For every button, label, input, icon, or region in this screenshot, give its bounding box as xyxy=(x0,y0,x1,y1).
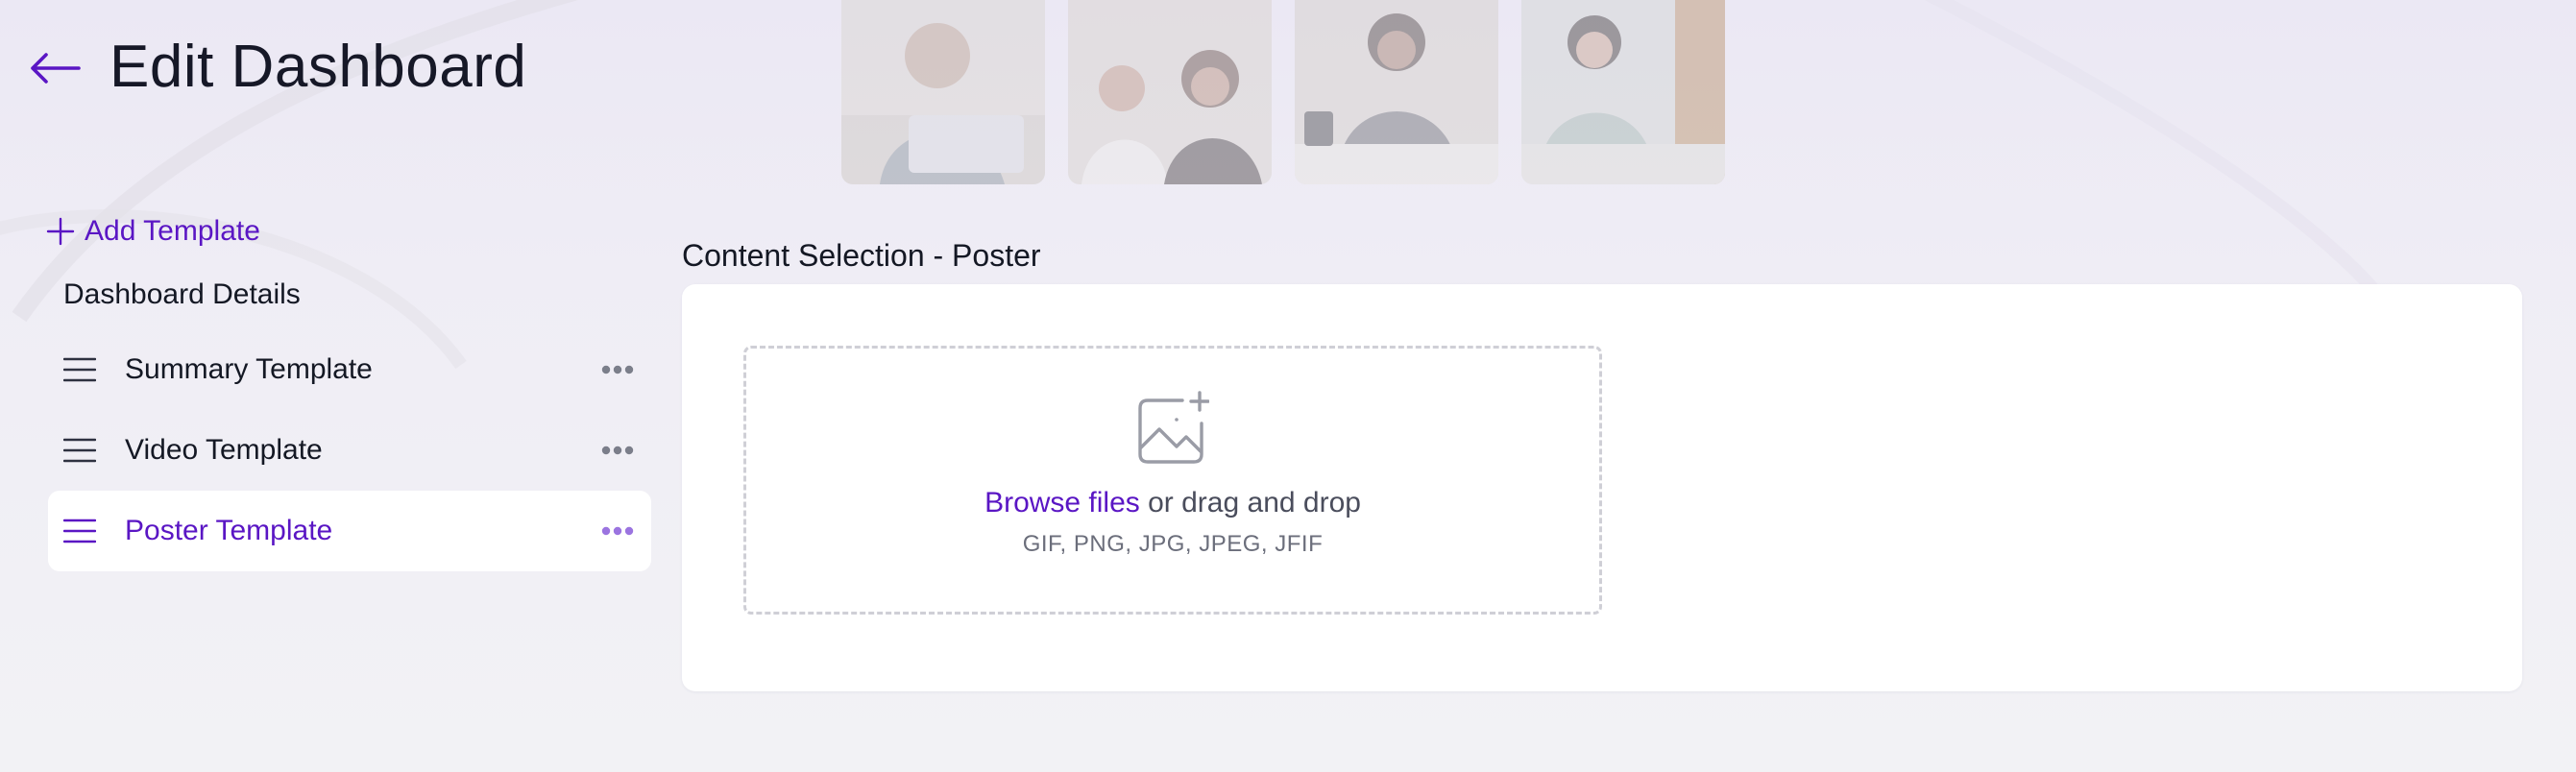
hero-photo xyxy=(1068,0,1272,184)
edit-dashboard-page: Edit Dashboard Add Template Dashboard De… xyxy=(0,0,2576,772)
hero-photo-strip xyxy=(841,0,1725,184)
more-horizontal-icon[interactable] xyxy=(601,526,634,536)
image-add-icon xyxy=(1138,391,1209,464)
template-item-label: Video Template xyxy=(125,434,323,466)
drag-drop-text: or drag and drop xyxy=(1139,487,1361,519)
template-item-summary[interactable]: Summary Template xyxy=(48,329,651,410)
add-template-button[interactable]: Add Template xyxy=(46,215,260,248)
plus-icon xyxy=(46,217,75,246)
template-item-label: Summary Template xyxy=(125,353,373,385)
drag-handle-icon[interactable] xyxy=(63,519,96,543)
drag-handle-icon[interactable] xyxy=(63,357,96,382)
section-title: Content Selection - Poster xyxy=(682,238,1041,273)
back-button[interactable] xyxy=(27,40,83,96)
template-item-poster[interactable]: Poster Template xyxy=(48,491,651,571)
content-card: Browse files or drag and drop GIF, PNG, … xyxy=(682,284,2522,691)
add-template-label: Add Template xyxy=(85,215,260,247)
template-item-label: Poster Template xyxy=(125,515,333,546)
hero-photo xyxy=(841,0,1045,184)
more-horizontal-icon[interactable] xyxy=(601,365,634,374)
file-dropzone[interactable]: Browse files or drag and drop GIF, PNG, … xyxy=(743,346,1602,615)
more-horizontal-icon[interactable] xyxy=(601,446,634,455)
arrow-left-icon xyxy=(31,53,81,84)
template-list: Summary Template Video Template Poster T xyxy=(48,329,651,571)
page-title: Edit Dashboard xyxy=(109,34,527,100)
drag-handle-icon[interactable] xyxy=(63,438,96,463)
hero-photo xyxy=(1521,0,1725,184)
browse-files-link[interactable]: Browse files xyxy=(984,487,1140,519)
template-item-video[interactable]: Video Template xyxy=(48,410,651,491)
hero-photo xyxy=(1295,0,1498,184)
accepted-formats: GIF, PNG, JPG, JPEG, JFIF xyxy=(1022,531,1324,557)
dashboard-details-link[interactable]: Dashboard Details xyxy=(63,278,301,311)
upload-instruction: Browse files or drag and drop xyxy=(984,487,1361,519)
